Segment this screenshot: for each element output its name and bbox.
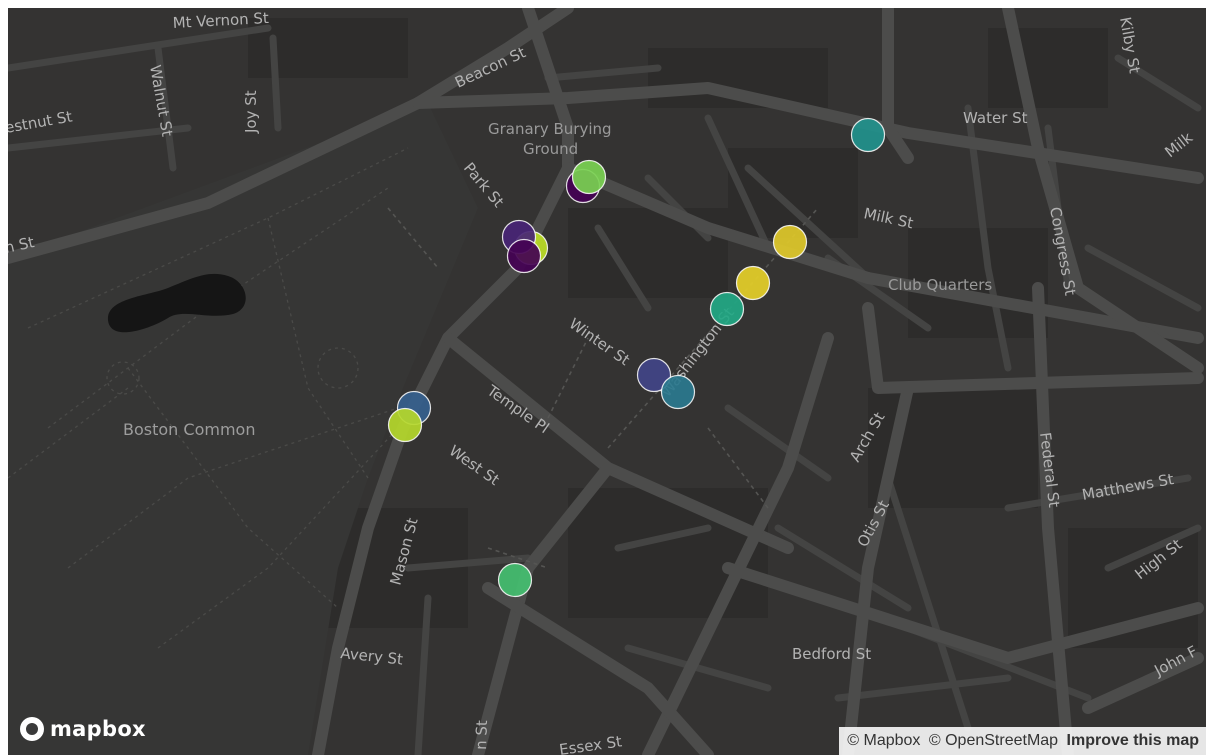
label-granary-ground: Ground	[523, 140, 578, 158]
data-marker[interactable]	[571, 159, 607, 195]
map-attribution: © Mapbox © OpenStreetMap Improve this ma…	[839, 727, 1206, 755]
data-marker[interactable]	[850, 117, 886, 153]
label-bedford-st: Bedford St	[792, 645, 871, 663]
label-milk-st-right: Milk	[1161, 128, 1196, 161]
label-water-st: Water St	[963, 109, 1028, 127]
label-essex-st: Essex St	[558, 732, 623, 755]
data-marker[interactable]	[709, 291, 745, 327]
data-marker[interactable]	[772, 224, 808, 260]
attribution-mapbox-link[interactable]: © Mapbox	[847, 732, 920, 749]
data-marker[interactable]	[387, 407, 423, 443]
data-marker[interactable]	[660, 374, 696, 410]
label-west-st: West St	[446, 442, 503, 490]
attribution-osm-link[interactable]: © OpenStreetMap	[929, 732, 1058, 749]
label-matthews-st: Matthews St	[1081, 470, 1176, 504]
mapbox-logo-text: mapbox	[50, 717, 146, 741]
label-milk-st: Milk St	[862, 204, 915, 232]
label-joy-st: Joy St	[242, 90, 260, 134]
data-marker[interactable]	[735, 265, 771, 301]
map-svg[interactable]: Mt Vernon St Beacon St estnut St Walnut …	[8, 8, 1206, 755]
map-canvas[interactable]: Mt Vernon St Beacon St estnut St Walnut …	[8, 8, 1206, 755]
mapbox-logo-icon	[20, 717, 44, 741]
data-marker[interactable]	[506, 238, 542, 274]
mapbox-logo[interactable]: mapbox	[20, 717, 146, 741]
label-beacon-st: Beacon St	[452, 43, 528, 91]
improve-map-link[interactable]: Improve this map	[1067, 732, 1199, 749]
label-boston-common: Boston Common	[123, 420, 255, 439]
label-otis-st: Otis St	[854, 497, 893, 550]
label-kilby-st: Kilby St	[1116, 16, 1144, 75]
label-walnut-st: Walnut St	[146, 64, 176, 138]
label-bottom-st: n St	[472, 720, 491, 750]
label-avery-st: Avery St	[340, 644, 404, 668]
label-congress-st: Congress St	[1046, 206, 1079, 297]
label-granary-burying: Granary Burying	[488, 120, 612, 138]
label-winter-st: Winter St	[566, 315, 633, 370]
data-marker[interactable]	[497, 562, 533, 598]
label-chestnut-st: estnut St	[8, 107, 74, 137]
label-club-quarters: Club Quarters	[888, 276, 992, 294]
